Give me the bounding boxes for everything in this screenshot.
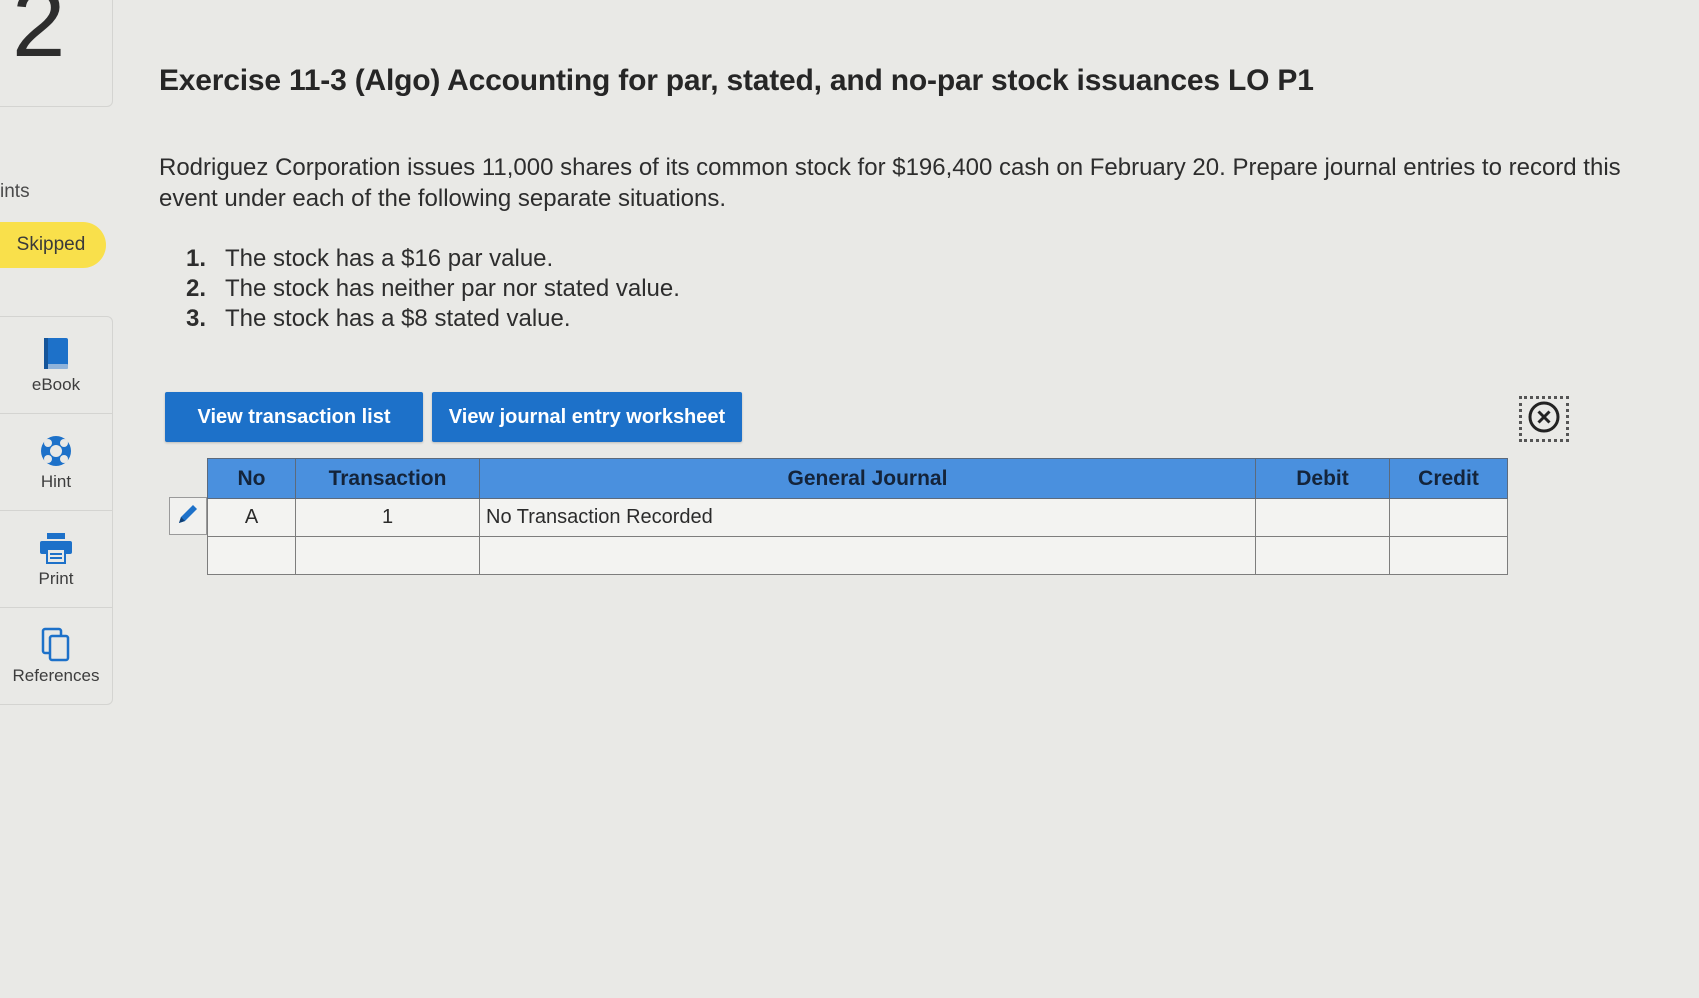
cell-credit bbox=[1389, 498, 1508, 537]
cell-debit bbox=[1255, 536, 1390, 575]
references-button[interactable]: References bbox=[0, 608, 112, 704]
cell-transaction bbox=[295, 536, 480, 575]
hint-label: Hint bbox=[40, 471, 72, 491]
print-button[interactable]: Print bbox=[0, 511, 112, 608]
cell-credit bbox=[1389, 536, 1508, 575]
table-row[interactable] bbox=[207, 536, 1508, 575]
question-number: 2 bbox=[12, 0, 66, 77]
points-label: ints bbox=[0, 181, 30, 202]
view-journal-entry-worksheet-button[interactable]: View journal entry worksheet bbox=[432, 392, 742, 442]
status-badge: Skipped bbox=[0, 222, 106, 268]
hint-button[interactable]: Hint bbox=[0, 414, 112, 511]
book-icon bbox=[41, 336, 71, 372]
exercise-title: Exercise 11-3 (Algo) Accounting for par,… bbox=[159, 64, 1314, 97]
exercise-intro: Rodriguez Corporation issues 11,000 shar… bbox=[159, 154, 1621, 212]
ebook-label: eBook bbox=[31, 374, 81, 394]
cell-no: A bbox=[207, 498, 296, 537]
table-header-row: No Transaction General Journal Debit Cre… bbox=[207, 458, 1508, 499]
table-row[interactable]: A 1 No Transaction Recorded bbox=[207, 498, 1508, 537]
printer-icon bbox=[38, 530, 74, 566]
list-item: 2. The stock has neither par nor stated … bbox=[186, 275, 680, 302]
pencil-icon bbox=[176, 502, 200, 531]
edit-entry-button[interactable] bbox=[169, 497, 207, 535]
print-label: Print bbox=[38, 568, 74, 588]
copy-icon bbox=[40, 627, 72, 663]
cell-general-journal bbox=[479, 536, 1256, 575]
col-transaction-header: Transaction bbox=[295, 458, 480, 499]
references-label: References bbox=[12, 665, 100, 685]
cell-general-journal: No Transaction Recorded bbox=[479, 498, 1256, 537]
close-button[interactable] bbox=[1519, 396, 1569, 442]
cell-no bbox=[207, 536, 296, 575]
view-transaction-list-button[interactable]: View transaction list bbox=[165, 392, 423, 442]
col-general-journal-header: General Journal bbox=[479, 458, 1256, 499]
col-credit-header: Credit bbox=[1389, 458, 1508, 499]
situations-list: 1. The stock has a $16 par value. 2. The… bbox=[186, 244, 680, 334]
cell-debit bbox=[1255, 498, 1390, 537]
tools-panel: eBook Hint Print References bbox=[0, 316, 113, 705]
col-no-header: No bbox=[207, 458, 296, 499]
list-item: 1. The stock has a $16 par value. bbox=[186, 245, 554, 272]
close-circle-icon bbox=[1527, 400, 1561, 439]
journal-table: No Transaction General Journal Debit Cre… bbox=[207, 458, 1508, 575]
col-debit-header: Debit bbox=[1255, 458, 1390, 499]
ebook-button[interactable]: eBook bbox=[0, 317, 112, 414]
list-item: 3. The stock has a $8 stated value. bbox=[186, 305, 571, 332]
cell-transaction: 1 bbox=[295, 498, 480, 537]
lifebuoy-icon bbox=[38, 433, 74, 469]
